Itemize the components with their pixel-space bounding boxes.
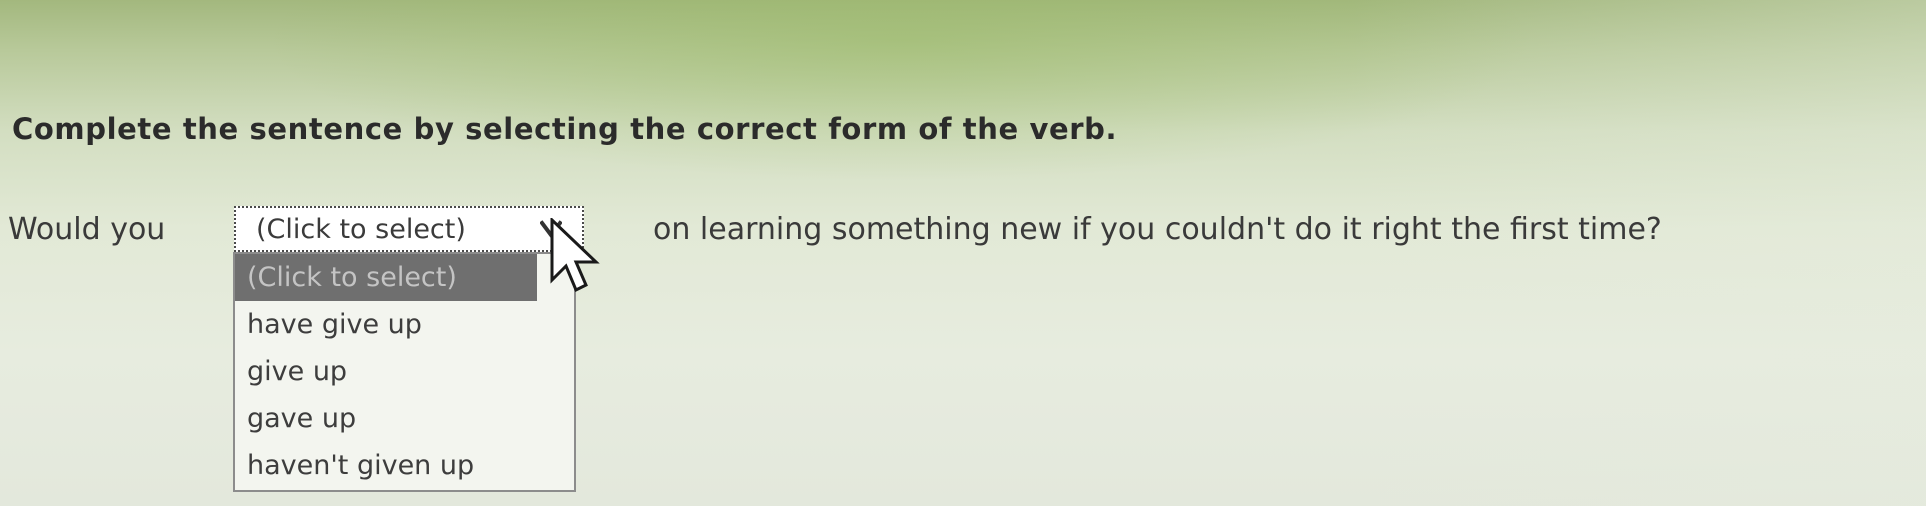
option-gave-up[interactable]: gave up [235, 395, 574, 442]
option-click-to-select[interactable]: (Click to select) [235, 254, 537, 301]
instruction-text: Complete the sentence by selecting the c… [12, 112, 1118, 146]
verb-select-value: (Click to select) [256, 213, 466, 245]
option-give-up[interactable]: give up [235, 348, 574, 395]
verb-options-dropdown[interactable]: (Click to select) have give up give up g… [233, 252, 576, 492]
option-have-give-up[interactable]: have give up [235, 301, 574, 348]
chevron-down-icon[interactable] [540, 220, 562, 238]
option-havent-given-up[interactable]: haven't given up [235, 442, 574, 489]
sentence-suffix: on learning something new if you couldn'… [653, 212, 1662, 247]
sentence-prefix: Would you [8, 212, 166, 247]
verb-select[interactable]: (Click to select) [234, 206, 584, 252]
